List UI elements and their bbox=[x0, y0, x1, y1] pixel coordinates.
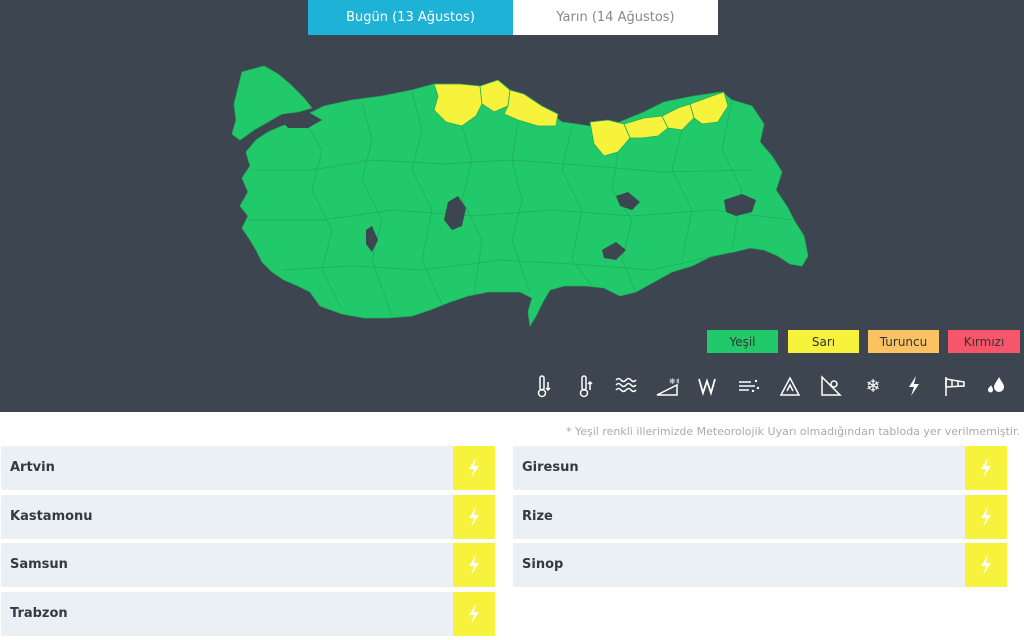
table-row[interactable]: Trabzon bbox=[1, 592, 495, 636]
heat-icon[interactable] bbox=[572, 372, 598, 400]
avalanche-icon[interactable]: ❄❄ bbox=[654, 372, 680, 400]
slope-icon[interactable] bbox=[818, 372, 844, 400]
day-tabs: Bugün (13 Ağustos) Yarın (14 Ağustos) bbox=[308, 0, 718, 35]
windsock-icon[interactable] bbox=[942, 372, 968, 400]
province-name: Kastamonu bbox=[10, 509, 93, 524]
province-name: Rize bbox=[522, 509, 553, 524]
thunderstorm-icon bbox=[965, 446, 1007, 490]
fog-icon[interactable] bbox=[613, 372, 639, 400]
table-row[interactable]: Rize bbox=[513, 495, 1007, 539]
thunderstorm-icon bbox=[453, 446, 495, 490]
thunderstorm-icon bbox=[965, 495, 1007, 539]
province-name: Sinop bbox=[522, 557, 564, 572]
snow-icon[interactable]: ❄ bbox=[860, 372, 886, 400]
map-panel: Bugün (13 Ağustos) Yarın (14 Ağustos) Ye… bbox=[0, 0, 1024, 412]
footnote: * Yeşil renkli illerimizde Meteorolojik … bbox=[566, 425, 1020, 438]
legend-orange: Turuncu bbox=[868, 330, 939, 353]
province-name: Giresun bbox=[522, 460, 579, 475]
table-row[interactable]: Samsun bbox=[1, 543, 495, 587]
tab-tomorrow[interactable]: Yarın (14 Ağustos) bbox=[513, 0, 718, 35]
rain-icon[interactable] bbox=[983, 372, 1009, 400]
table-row[interactable]: Giresun bbox=[513, 446, 1007, 490]
province-name: Samsun bbox=[10, 557, 68, 572]
thunderstorm-icon bbox=[965, 543, 1007, 587]
cold-icon[interactable] bbox=[530, 372, 556, 400]
province-name: Trabzon bbox=[10, 606, 68, 621]
warning-type-icons: ❄❄ ❄ bbox=[530, 372, 1020, 402]
thunderstorm-icon bbox=[453, 543, 495, 587]
thunderstorm-icon bbox=[453, 495, 495, 539]
svg-text:❄❄: ❄❄ bbox=[669, 377, 679, 386]
turkey-warning-map bbox=[231, 65, 809, 327]
thunderstorm-icon[interactable] bbox=[901, 372, 927, 400]
thunderstorm-icon bbox=[453, 592, 495, 636]
table-row[interactable]: Artvin bbox=[1, 446, 495, 490]
table-row[interactable]: Kastamonu bbox=[1, 495, 495, 539]
province-name: Artvin bbox=[10, 460, 55, 475]
wind-icon[interactable] bbox=[695, 372, 721, 400]
tab-today[interactable]: Bugün (13 Ağustos) bbox=[308, 0, 513, 35]
legend-green: Yeşil bbox=[707, 330, 778, 353]
legend-red: Kırmızı bbox=[948, 330, 1020, 353]
legend-yellow: Sarı bbox=[788, 330, 859, 353]
landslide-icon[interactable] bbox=[777, 372, 803, 400]
dust-icon[interactable] bbox=[736, 372, 762, 400]
table-row[interactable]: Sinop bbox=[513, 543, 1007, 587]
